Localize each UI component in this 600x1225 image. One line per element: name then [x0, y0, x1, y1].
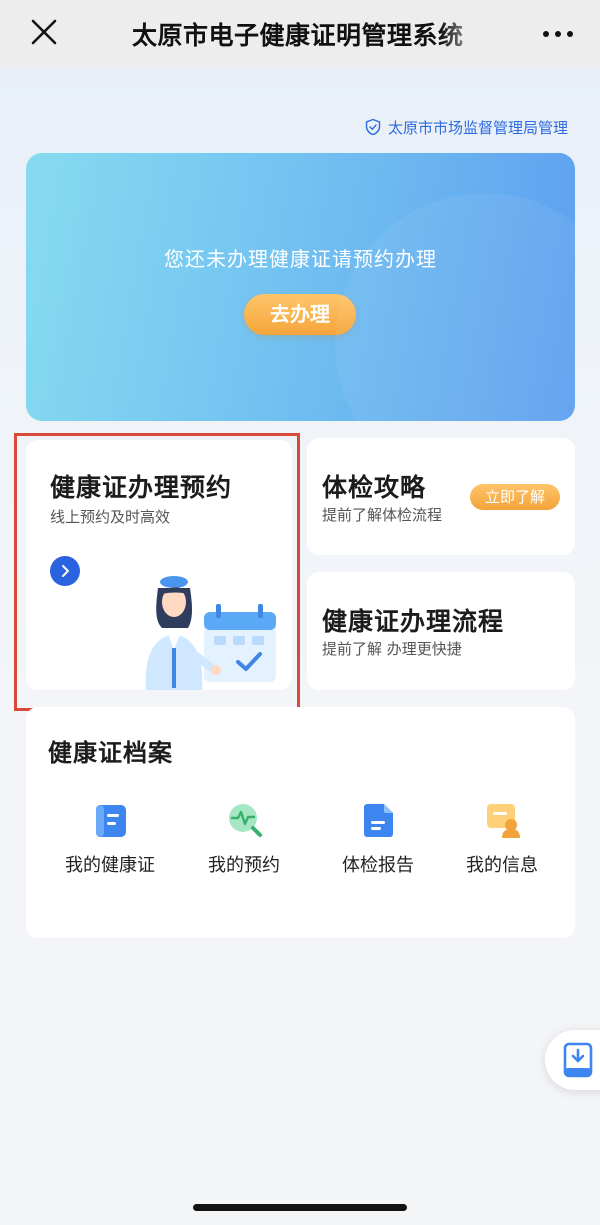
user-info-icon: [487, 804, 520, 838]
learn-now-button[interactable]: 立即了解: [470, 484, 560, 510]
process-flow-subtitle: 提前了解 办理更快捷: [322, 640, 462, 658]
page-title: 太原市电子健康证明管理系统: [132, 21, 464, 50]
archive-item-my-appointment[interactable]: 我的预约: [184, 801, 304, 881]
archive-item-my-certificate[interactable]: 我的健康证: [50, 801, 170, 881]
download-tablet-icon: [563, 1042, 593, 1078]
title-fade: [440, 16, 490, 52]
more-dots-icon[interactable]: [540, 22, 576, 46]
archive-item-label: 我的健康证: [65, 855, 155, 876]
nav-bar: 太原市电子健康证明管理系统: [0, 0, 600, 68]
close-icon[interactable]: [26, 14, 62, 50]
archive-card: 健康证档案 我的健康证 我的预约 体检报告 我的信息: [26, 707, 575, 938]
shield-check-icon: [365, 118, 381, 136]
go-apply-button[interactable]: 去办理: [244, 294, 356, 335]
exam-guide-subtitle: 提前了解体检流程: [322, 506, 443, 524]
exam-guide-title: 体检攻略: [322, 473, 427, 502]
apply-banner: 您还未办理健康证请预约办理 去办理: [26, 153, 575, 421]
archive-item-exam-report[interactable]: 体检报告: [318, 801, 438, 881]
authority-label: 太原市市场监督管理局管理: [364, 115, 568, 139]
process-flow-card[interactable]: 健康证办理流程 提前了解 办理更快捷: [307, 572, 575, 690]
authority-text: 太原市市场监督管理局管理: [387, 118, 568, 137]
archive-item-label: 我的预约: [208, 855, 280, 876]
report-document-icon: [364, 804, 393, 837]
home-indicator[interactable]: [193, 1204, 407, 1211]
health-certificate-icon: [96, 805, 126, 837]
exam-guide-card[interactable]: 体检攻略 提前了解体检流程 立即了解: [307, 438, 575, 555]
download-float-button[interactable]: [545, 1030, 600, 1090]
archive-item-label: 体检报告: [342, 855, 414, 876]
archive-title: 健康证档案: [48, 739, 173, 767]
appointment-search-icon: [229, 804, 262, 837]
archive-item-label: 我的信息: [466, 855, 538, 876]
highlight-box: [14, 433, 300, 711]
archive-item-my-info[interactable]: 我的信息: [442, 801, 562, 881]
banner-message: 您还未办理健康证请预约办理: [164, 247, 437, 271]
process-flow-title: 健康证办理流程: [322, 607, 505, 636]
